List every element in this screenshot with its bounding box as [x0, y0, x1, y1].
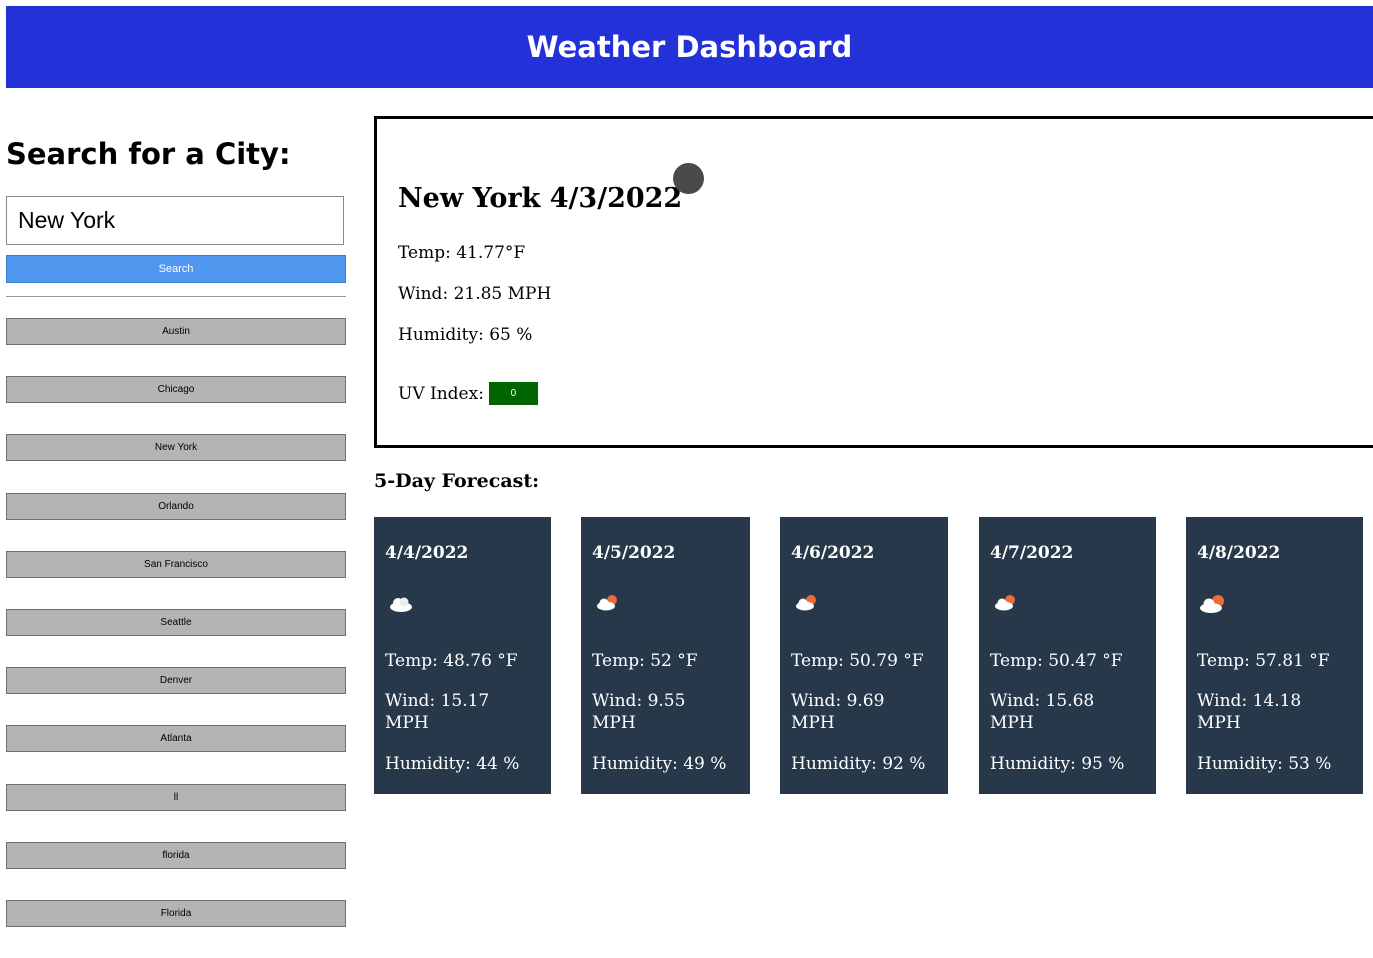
forecast-wind: Wind: 15.17 — [385, 691, 490, 711]
circle-weather-icon — [673, 163, 704, 194]
current-weather-panel: New York 4/3/2022 Temp: 41.77°F Wind: 21… — [374, 116, 1373, 448]
sun-behind-cloud-icon — [796, 595, 816, 611]
history-button[interactable]: Atlanta — [6, 725, 346, 753]
current-city-date: New York 4/3/2022 — [398, 183, 683, 214]
forecast-humidity: Humidity: 95 % — [990, 754, 1125, 774]
sun-behind-cloud-icon — [1200, 595, 1224, 613]
current-wind: Wind: 21.85 MPH — [398, 284, 552, 304]
forecast-card: 4/6/2022 Temp: 50.79 °F Wind: 9.69 MPH H… — [780, 517, 948, 794]
current-temp: Temp: 41.77°F — [398, 243, 526, 263]
app-title: Weather Dashboard — [526, 30, 853, 64]
forecast-humidity: Humidity: 49 % — [592, 754, 727, 774]
forecast-temp: Temp: 57.81 °F — [1197, 651, 1330, 671]
search-heading: Search for a City: — [6, 137, 291, 171]
forecast-wind: Wind: 9.55 — [592, 691, 686, 711]
forecast-card: 4/5/2022 Temp: 52 °F Wind: 9.55 MPH Humi… — [581, 517, 750, 794]
history-button[interactable]: florida — [6, 841, 346, 869]
forecast-wind: Wind: 14.18 — [1197, 691, 1302, 711]
search-button[interactable]: Search — [6, 255, 346, 283]
forecast-humidity: Humidity: 44 % — [385, 754, 520, 774]
forecast-heading: 5-Day Forecast: — [374, 470, 540, 492]
current-humidity: Humidity: 65 % — [398, 325, 533, 345]
forecast-date: 4/6/2022 — [791, 543, 875, 563]
forecast-card: 4/8/2022 Temp: 57.81 °F Wind: 14.18 MPH … — [1186, 517, 1363, 794]
history-button[interactable]: San Francisco — [6, 550, 346, 578]
forecast-wind-unit: MPH — [592, 713, 636, 733]
forecast-date: 4/7/2022 — [990, 543, 1074, 563]
search-history-list: Austin Chicago New York Orlando San Fran… — [6, 318, 346, 958]
forecast-temp: Temp: 50.79 °F — [791, 651, 924, 671]
uv-index-badge: 0 — [488, 382, 538, 405]
history-button[interactable]: Denver — [6, 667, 346, 695]
forecast-temp: Temp: 52 °F — [592, 651, 698, 671]
forecast-wind-unit: MPH — [385, 713, 429, 733]
forecast-wind-unit: MPH — [791, 713, 835, 733]
history-button[interactable]: Orlando — [6, 492, 346, 520]
history-button[interactable]: Austin — [6, 318, 346, 345]
uv-index-label: UV Index: — [398, 383, 484, 404]
history-button[interactable]: Chicago — [6, 376, 346, 404]
divider — [6, 296, 346, 297]
sun-behind-cloud-icon — [597, 595, 617, 611]
forecast-humidity: Humidity: 53 % — [1197, 754, 1332, 774]
forecast-card: 4/7/2022 Temp: 50.47 °F Wind: 15.68 MPH … — [979, 517, 1156, 794]
history-button[interactable]: ll — [6, 783, 346, 811]
history-button[interactable]: New York — [6, 434, 346, 462]
app-header: Weather Dashboard — [6, 6, 1373, 88]
sun-behind-cloud-icon — [995, 595, 1015, 611]
history-button[interactable]: Seattle — [6, 608, 346, 636]
forecast-date: 4/4/2022 — [385, 543, 469, 563]
forecast-wind-unit: MPH — [1197, 713, 1241, 733]
forecast-wind: Wind: 9.69 — [791, 691, 885, 711]
cloud-icon — [390, 597, 412, 612]
forecast-wind-unit: MPH — [990, 713, 1034, 733]
forecast-card: 4/4/2022 Temp: 48.76 °F Wind: 15.17 MPH … — [374, 517, 551, 794]
forecast-wind: Wind: 15.68 — [990, 691, 1095, 711]
forecast-date: 4/5/2022 — [592, 543, 676, 563]
forecast-humidity: Humidity: 92 % — [791, 754, 926, 774]
history-button[interactable]: Florida — [6, 899, 346, 927]
forecast-temp: Temp: 48.76 °F — [385, 651, 518, 671]
forecast-temp: Temp: 50.47 °F — [990, 651, 1123, 671]
forecast-date: 4/8/2022 — [1197, 543, 1281, 563]
city-search-input[interactable] — [6, 196, 344, 245]
uv-index-row: UV Index: 0 — [398, 382, 538, 405]
